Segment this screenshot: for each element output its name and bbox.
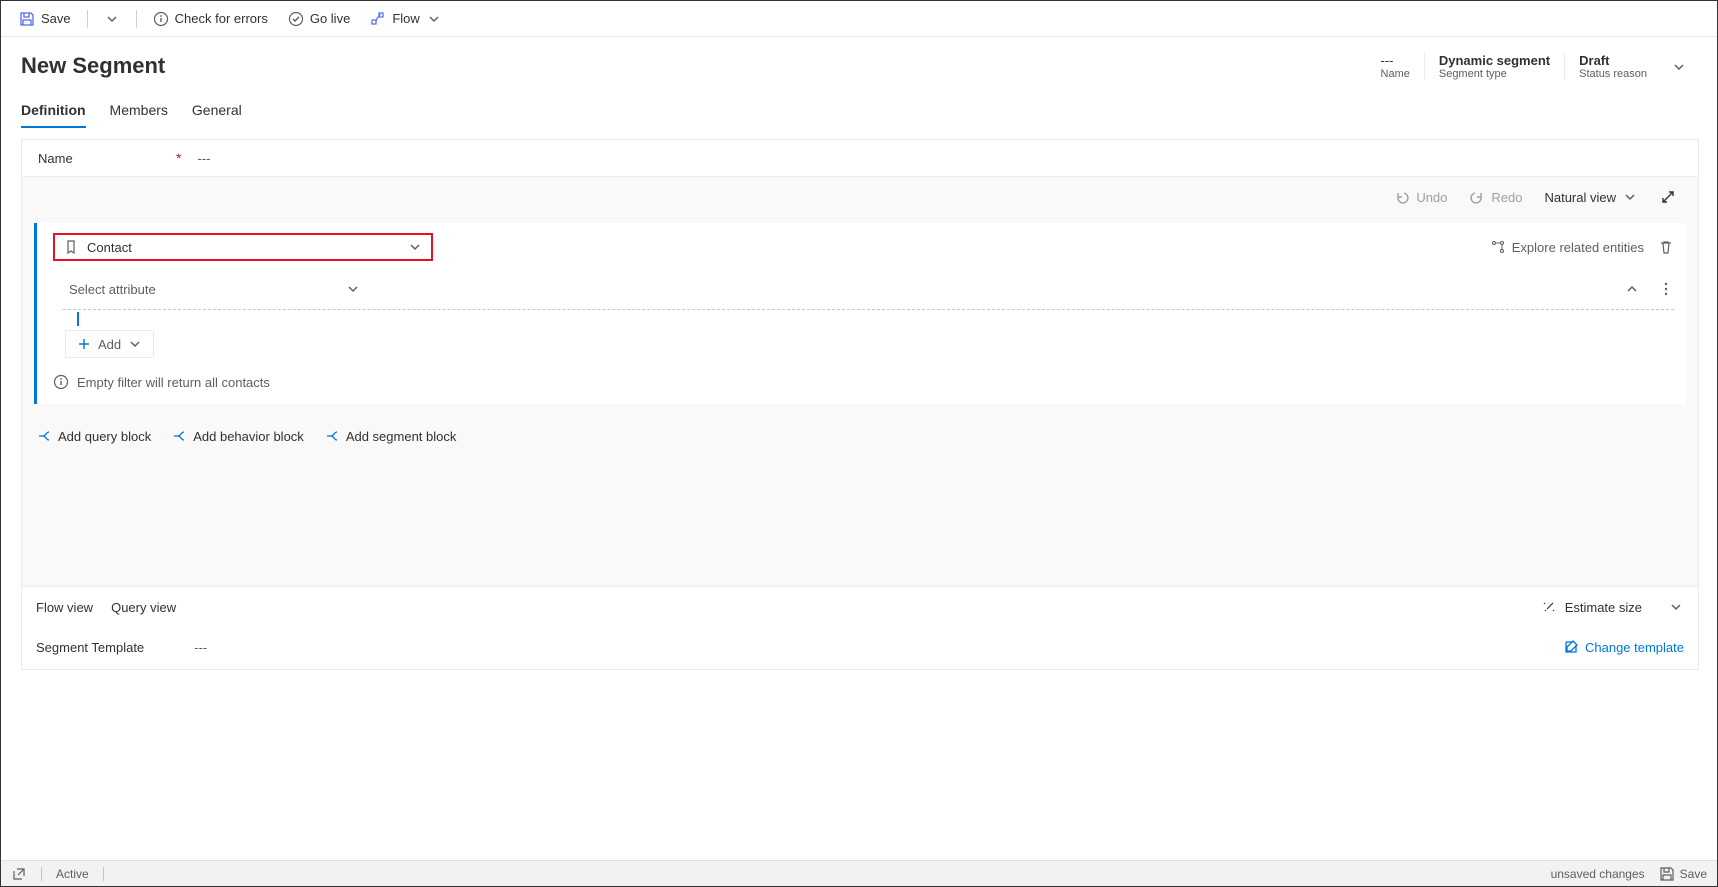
- required-indicator: *: [176, 150, 181, 166]
- query-view-link[interactable]: Query view: [111, 600, 176, 615]
- chevron-down-icon: [104, 11, 120, 27]
- check-icon: [288, 11, 304, 27]
- attribute-actions: [1624, 281, 1674, 297]
- divider: [63, 309, 1674, 310]
- add-query-block-button[interactable]: Add query block: [36, 428, 151, 444]
- flow-icon: [370, 11, 386, 27]
- page-title: New Segment: [21, 53, 165, 79]
- expand-icon: [1660, 189, 1676, 205]
- empty-filter-message: Empty filter will return all contacts: [53, 374, 1674, 390]
- estimate-size-button[interactable]: Estimate size: [1541, 599, 1684, 615]
- popout-button[interactable]: [11, 866, 27, 882]
- expand-header-button[interactable]: [1661, 53, 1697, 84]
- designer-toolbar: Undo Redo Natural view: [22, 177, 1698, 217]
- chevron-down-icon: [407, 239, 423, 255]
- views-row: Flow view Query view Estimate size: [22, 586, 1698, 621]
- flow-branch-icon: [324, 428, 340, 444]
- content-scroll[interactable]: Name * --- Undo Redo: [5, 139, 1713, 831]
- status-name: --- Name: [1367, 53, 1424, 80]
- attribute-row: Select attribute: [65, 275, 1674, 303]
- flow-branch-icon: [36, 428, 52, 444]
- separator: [87, 10, 88, 28]
- template-row: Segment Template --- Change template: [22, 621, 1698, 669]
- save-icon: [19, 11, 35, 27]
- entity-label: Contact: [87, 240, 132, 255]
- record-status: Active: [56, 867, 89, 881]
- entity-select[interactable]: Contact: [53, 233, 433, 261]
- flow-button[interactable]: Flow: [362, 7, 449, 31]
- explore-related-button[interactable]: Explore related entities: [1490, 239, 1644, 255]
- add-segment-block-button[interactable]: Add segment block: [324, 428, 457, 444]
- tab-definition[interactable]: Definition: [21, 102, 86, 128]
- undo-icon: [1394, 189, 1410, 205]
- status-bar: Active unsaved changes Save: [1, 860, 1717, 886]
- check-errors-label: Check for errors: [175, 11, 268, 26]
- flow-view-link[interactable]: Flow view: [36, 600, 93, 615]
- chevron-down-icon: [1622, 189, 1638, 205]
- save-label: Save: [41, 11, 71, 26]
- separator: [136, 10, 137, 28]
- sitemap-icon: [1490, 239, 1506, 255]
- add-behavior-block-button[interactable]: Add behavior block: [171, 428, 304, 444]
- chevron-down-icon: [345, 281, 361, 297]
- form-panel: Name * --- Undo Redo: [21, 139, 1699, 670]
- flow-label: Flow: [392, 11, 419, 26]
- edit-icon: [1563, 639, 1579, 655]
- magic-icon: [1541, 599, 1557, 615]
- chevron-down-icon: [1671, 59, 1687, 75]
- status-reason: Draft Status reason: [1564, 53, 1661, 80]
- separator: [41, 867, 42, 881]
- separator: [103, 867, 104, 881]
- page-header: New Segment --- Name Dynamic segment Seg…: [1, 37, 1717, 84]
- go-live-label: Go live: [310, 11, 350, 26]
- block-header: Contact Explore related entities: [53, 233, 1674, 261]
- save-dropdown[interactable]: [96, 7, 128, 31]
- connector-line: [77, 312, 79, 326]
- status-group: --- Name Dynamic segment Segment type Dr…: [1367, 53, 1697, 84]
- name-input[interactable]: ---: [197, 151, 210, 166]
- chevron-down-icon: [127, 336, 143, 352]
- save-icon: [1659, 866, 1675, 882]
- check-errors-button[interactable]: Check for errors: [145, 7, 276, 31]
- change-template-button[interactable]: Change template: [1563, 639, 1684, 655]
- footer-save-button[interactable]: Save: [1659, 866, 1707, 882]
- flow-branch-icon: [171, 428, 187, 444]
- more-icon[interactable]: [1658, 281, 1674, 297]
- name-field-row: Name * ---: [22, 140, 1698, 177]
- block-actions: Explore related entities: [1490, 239, 1674, 255]
- plus-icon: [76, 336, 92, 352]
- save-button[interactable]: Save: [11, 7, 79, 31]
- tab-general[interactable]: General: [192, 102, 242, 128]
- template-value: ---: [194, 640, 207, 655]
- go-live-button[interactable]: Go live: [280, 7, 358, 31]
- redo-icon: [1469, 189, 1485, 205]
- tabs: Definition Members General: [1, 84, 1717, 129]
- status-segment-type: Dynamic segment Segment type: [1424, 53, 1564, 80]
- bookmark-icon: [63, 239, 79, 255]
- undo-button[interactable]: Undo: [1386, 185, 1455, 209]
- name-label: Name: [38, 151, 168, 166]
- info-icon: [53, 374, 69, 390]
- template-label: Segment Template: [36, 640, 144, 655]
- chevron-up-icon[interactable]: [1624, 281, 1640, 297]
- add-condition-button[interactable]: Add: [65, 330, 154, 358]
- unsaved-changes: unsaved changes: [1551, 867, 1645, 881]
- command-bar: Save Check for errors Go live Flow: [1, 1, 1717, 37]
- tab-members[interactable]: Members: [110, 102, 168, 128]
- chevron-down-icon: [1668, 599, 1684, 615]
- add-blocks-row: Add query block Add behavior block Add s…: [22, 416, 1698, 456]
- attribute-select[interactable]: Select attribute: [65, 275, 365, 303]
- delete-block-button[interactable]: [1658, 239, 1674, 255]
- view-mode-select[interactable]: Natural view: [1536, 185, 1646, 209]
- fullscreen-button[interactable]: [1652, 185, 1684, 209]
- redo-button[interactable]: Redo: [1461, 185, 1530, 209]
- designer-area: Undo Redo Natural view: [22, 177, 1698, 669]
- popout-icon: [11, 866, 27, 882]
- trash-icon: [1658, 239, 1674, 255]
- query-block: Contact Explore related entities: [34, 223, 1686, 404]
- chevron-down-icon: [426, 11, 442, 27]
- info-icon: [153, 11, 169, 27]
